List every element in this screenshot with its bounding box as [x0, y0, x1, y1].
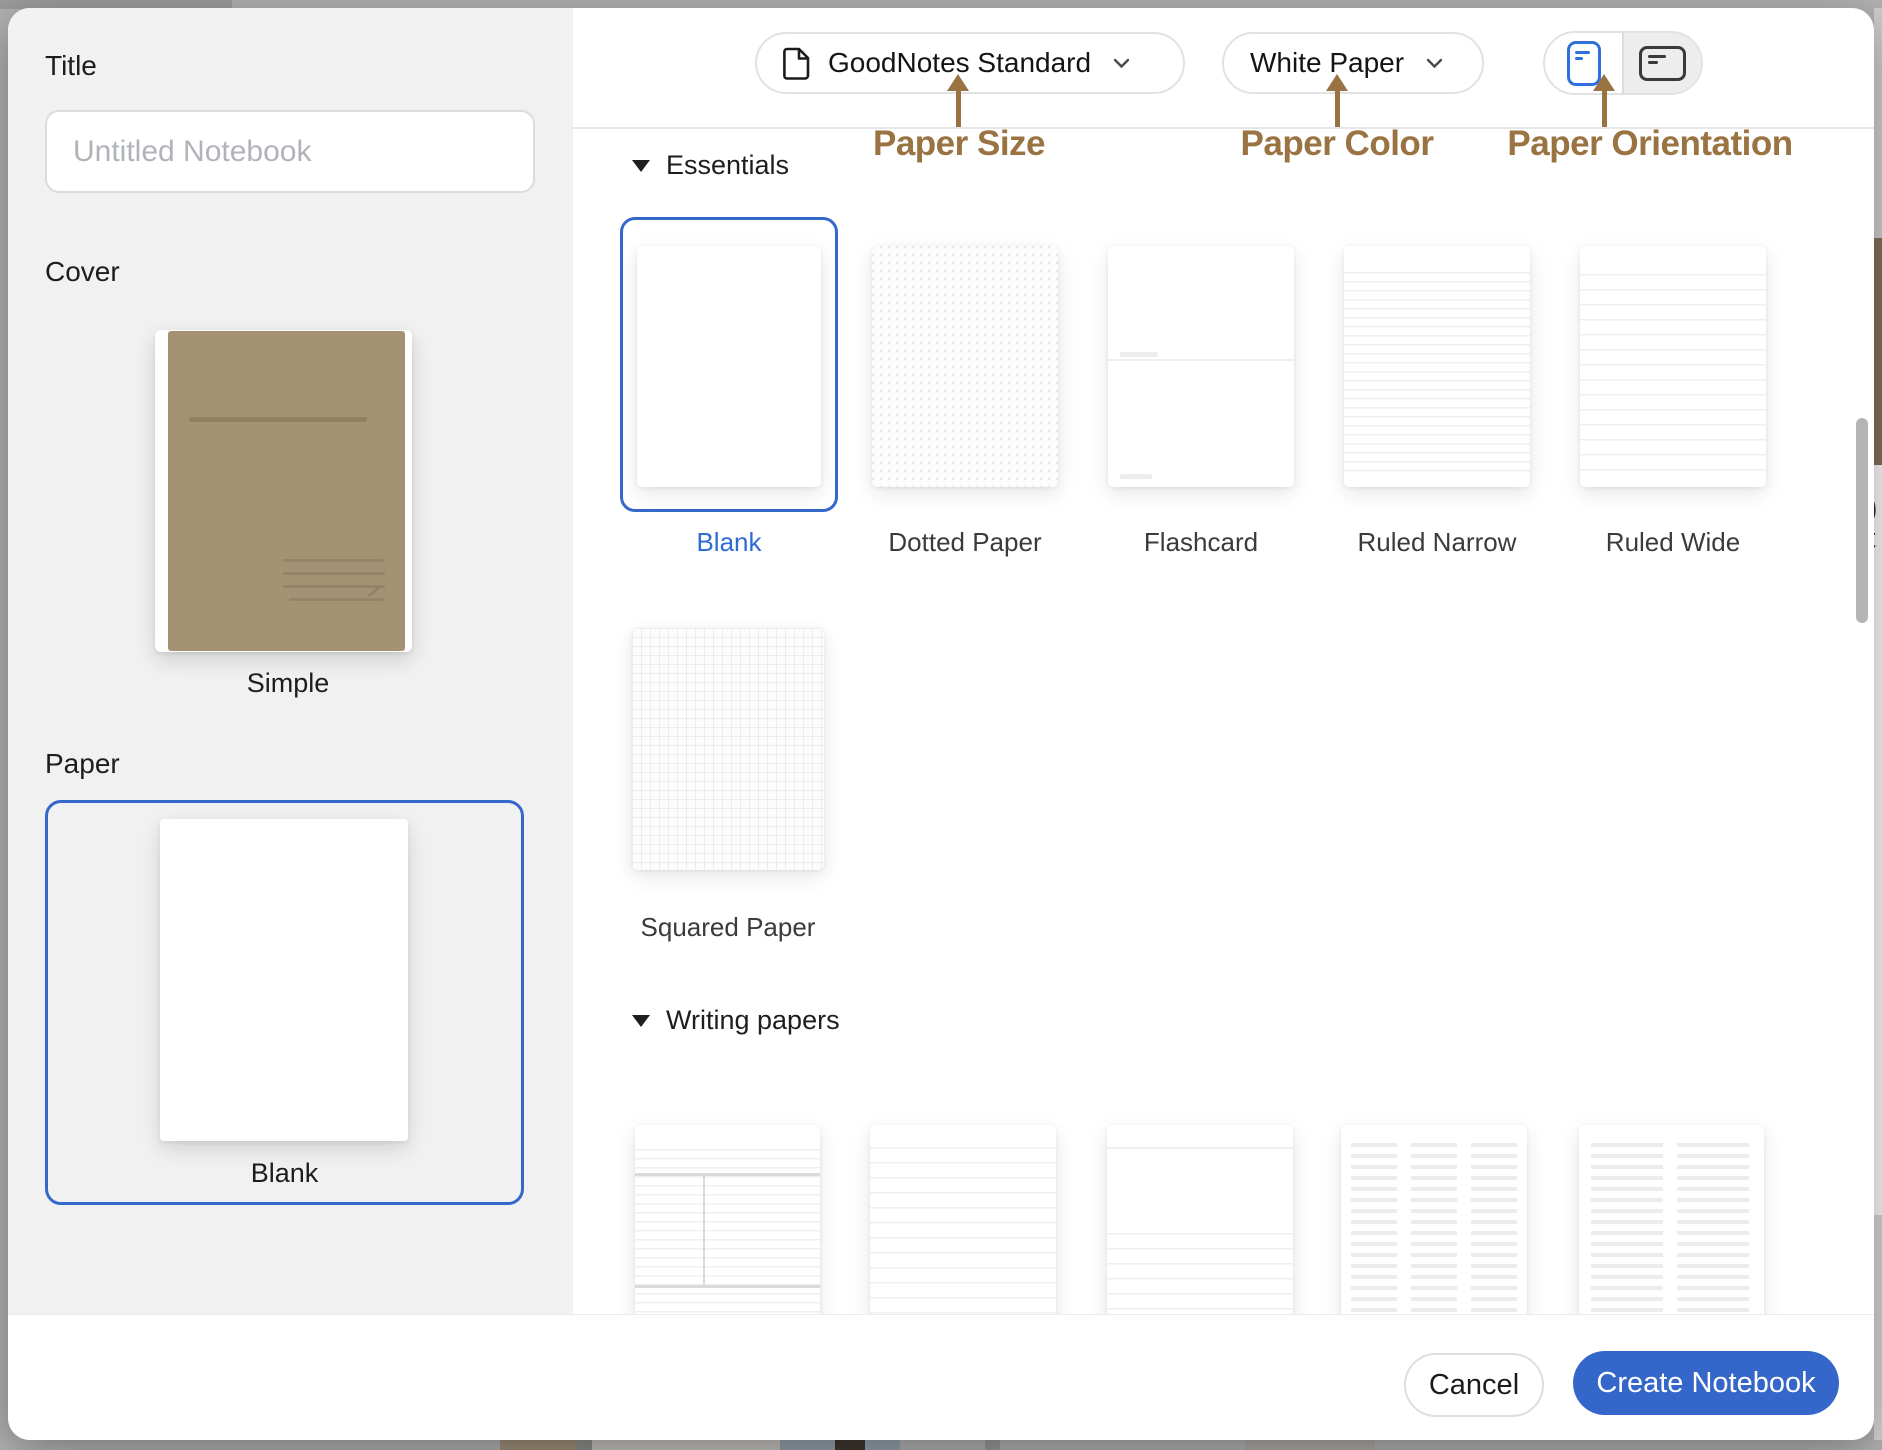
- column-lines: [1471, 1143, 1517, 1325]
- template-item-writing-5[interactable]: [1579, 1125, 1764, 1325]
- scrollbar-thumb[interactable]: [1856, 418, 1868, 623]
- template-label-squared-paper: Squared Paper: [632, 912, 824, 943]
- ruled-lines: [1344, 272, 1530, 473]
- cover-front: [168, 331, 405, 651]
- column-lines: [1351, 1143, 1397, 1325]
- title-label: Title: [45, 50, 97, 82]
- background-photo-fragment: [985, 1440, 1000, 1450]
- section-label: Essentials: [666, 150, 789, 181]
- cancel-button[interactable]: Cancel: [1404, 1353, 1544, 1417]
- template-item-writing-1[interactable]: [635, 1125, 820, 1325]
- sidebar: Title Cover Simple Paper: [8, 8, 573, 1314]
- occluded-glyph: ): [1874, 493, 1877, 524]
- background-photo-fragment: [500, 1440, 577, 1450]
- arrow-stem: [1602, 91, 1607, 127]
- arrow-up-icon: [947, 74, 969, 91]
- paper-color-arrow: [1326, 74, 1348, 127]
- arrow-stem: [956, 91, 961, 127]
- background-photo-fragment: [592, 1440, 780, 1450]
- triangle-down-icon: [632, 1015, 650, 1027]
- occluded-glyph: t: [1874, 523, 1876, 554]
- arrow-up-icon: [1593, 74, 1615, 91]
- cover-detail-line: [289, 598, 385, 601]
- paper-thumbnail-blank: [160, 819, 408, 1141]
- section-header-writing-papers[interactable]: Writing papers: [632, 1005, 840, 1036]
- triangle-down-icon: [632, 160, 650, 172]
- create-notebook-dialog: Title Cover Simple Paper: [8, 8, 1874, 1440]
- section-header-essentials[interactable]: Essentials: [632, 150, 789, 181]
- flashcard-divider: [1108, 359, 1294, 361]
- template-item-writing-4[interactable]: [1341, 1125, 1527, 1325]
- template-label-flashcard: Flashcard: [1108, 527, 1294, 558]
- column-lines: [1591, 1143, 1663, 1325]
- annotation-paper-orientation: Paper Orientation: [1507, 124, 1792, 164]
- template-label-blank: Blank: [620, 527, 838, 558]
- column-lines: [1411, 1143, 1457, 1325]
- paper-size-arrow: [947, 74, 969, 127]
- backdrop-bottom-strip: [0, 1440, 1882, 1450]
- paper-color-dropdown[interactable]: White Paper: [1222, 32, 1484, 94]
- cornell-line: [703, 1173, 705, 1287]
- paper-size-dropdown[interactable]: GoodNotes Standard: [755, 32, 1185, 94]
- template-label-ruled-narrow: Ruled Narrow: [1344, 527, 1530, 558]
- create-notebook-button[interactable]: Create Notebook: [1573, 1351, 1839, 1415]
- arrow-up-icon: [1326, 74, 1348, 91]
- cover-option-simple[interactable]: Simple: [128, 330, 448, 710]
- background-photo-fragment: [1245, 1440, 1375, 1450]
- background-photo-fragment: [577, 1440, 592, 1450]
- template-item-ruled-narrow[interactable]: [1344, 246, 1530, 487]
- arrow-stem: [1335, 91, 1340, 127]
- template-item-writing-3[interactable]: [1107, 1125, 1293, 1325]
- ruled-lines: [1107, 1233, 1293, 1325]
- paper-option-selected[interactable]: Blank: [45, 800, 524, 1205]
- cover-title-line: [189, 417, 367, 422]
- flashcard-mark: [1120, 474, 1152, 479]
- landscape-page-icon: [1639, 46, 1686, 81]
- chevron-down-icon: [1113, 58, 1130, 69]
- paper-orientation-control: [1543, 31, 1703, 95]
- paper-label: Paper: [45, 748, 120, 780]
- create-notebook-label: Create Notebook: [1596, 1367, 1815, 1400]
- cover-detail-line: [283, 585, 385, 588]
- backdrop-white-strip: ) t: [1874, 465, 1882, 1215]
- chevron-down-icon: [1426, 58, 1443, 69]
- cancel-label: Cancel: [1429, 1369, 1519, 1402]
- landscape-orientation-button[interactable]: [1622, 33, 1701, 93]
- notebook-title-input[interactable]: [45, 110, 535, 193]
- backdrop-right-sliver: [1874, 8, 1882, 238]
- cover-label: Cover: [45, 256, 120, 288]
- cover-detail-line: [283, 572, 385, 575]
- backdrop-brown-strip: [1874, 238, 1882, 465]
- paper-orientation-arrow: [1593, 74, 1615, 127]
- paper-option-name: Blank: [48, 1158, 521, 1189]
- template-item-squared-paper[interactable]: [632, 628, 824, 870]
- template-label-ruled-wide: Ruled Wide: [1580, 527, 1766, 558]
- annotation-paper-size: Paper Size: [873, 124, 1045, 164]
- cornell-line: [635, 1173, 820, 1176]
- template-item-writing-2[interactable]: [870, 1125, 1056, 1325]
- section-label: Writing papers: [666, 1005, 840, 1036]
- ruled-lines: [1580, 274, 1766, 473]
- screen: ) t Title Cover: [0, 0, 1882, 1450]
- flashcard-mark: [1120, 352, 1158, 357]
- template-item-flashcard[interactable]: [1108, 246, 1294, 487]
- template-item-dotted-paper[interactable]: [872, 246, 1058, 487]
- cover-thumbnail: [155, 330, 412, 652]
- annotation-paper-color: Paper Color: [1241, 124, 1434, 164]
- cover-option-name: Simple: [128, 668, 448, 699]
- ruled-lines: [1107, 1147, 1293, 1149]
- template-item-ruled-wide[interactable]: [1580, 246, 1766, 487]
- column-lines: [1677, 1143, 1749, 1325]
- cover-detail-line: [283, 559, 385, 562]
- cornell-line: [635, 1285, 820, 1288]
- document-icon: [783, 47, 810, 80]
- template-thumbnail-blank: [637, 246, 821, 487]
- backdrop-gray-strip: [1874, 1215, 1882, 1450]
- dialog-footer: Cancel Create Notebook: [8, 1314, 1874, 1440]
- ruled-lines: [870, 1147, 1056, 1325]
- background-photo-fragment: [835, 1440, 865, 1450]
- template-label-dotted-paper: Dotted Paper: [872, 527, 1058, 558]
